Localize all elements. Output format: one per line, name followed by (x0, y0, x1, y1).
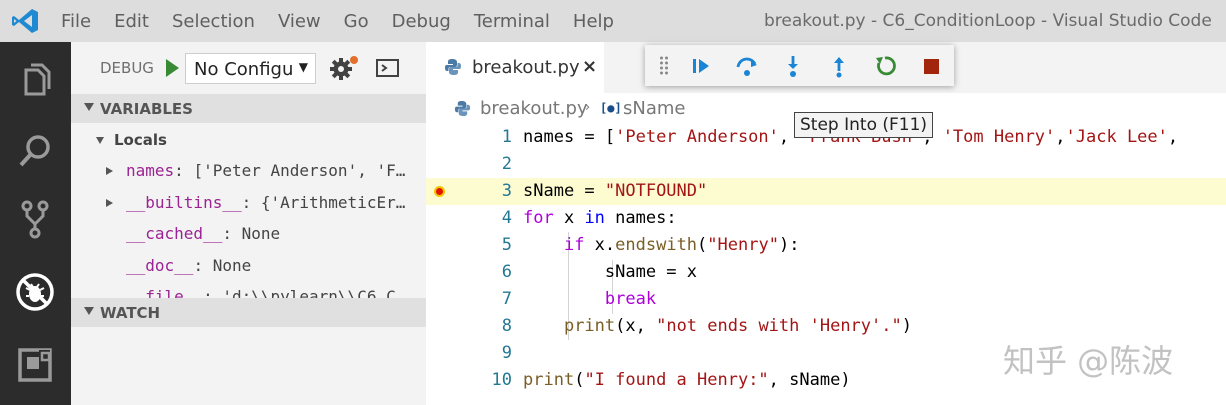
menu-help[interactable]: Help (573, 11, 614, 32)
title-bar: File Edit Selection View Go Debug Termin… (0, 0, 1226, 42)
variable-name: names (126, 161, 175, 180)
debug-label: DEBUG (100, 59, 154, 77)
code-line: 4 for x in names: (501, 208, 677, 228)
activity-bar (0, 42, 71, 405)
restart-icon[interactable] (872, 53, 898, 79)
menu-go[interactable]: Go (344, 11, 369, 32)
close-icon[interactable]: × (582, 56, 597, 77)
chevron-right-icon (106, 167, 113, 175)
step-out-icon[interactable] (826, 53, 852, 79)
window-title: breakout.py - C6_ConditionLoop - Visual … (764, 11, 1212, 31)
variable-name: __doc__ (126, 256, 194, 275)
stop-icon[interactable] (918, 53, 944, 79)
debug-sidebar: DEBUG No Configu ▼ VARIABLES Locals name… (71, 42, 426, 405)
breadcrumb-file[interactable]: breakout.py (480, 98, 588, 119)
floating-debug-toolbar (645, 45, 954, 86)
code-line: 7 break (501, 289, 657, 309)
menu-selection[interactable]: Selection (172, 11, 255, 32)
chevron-down-icon: ▼ (298, 60, 308, 74)
chevron-down-icon (84, 103, 94, 111)
debug-toolbar: DEBUG No Configu ▼ (71, 42, 426, 94)
vscode-logo-icon (12, 9, 38, 33)
chevron-right-icon (106, 199, 113, 207)
drag-handle-icon[interactable] (659, 55, 669, 75)
chevron-down-icon (96, 137, 104, 144)
code-line: 5 if x.endswith("Henry"): (501, 235, 800, 255)
step-over-icon[interactable] (734, 53, 760, 79)
debug-config-select[interactable]: No Configu ▼ (185, 53, 316, 84)
menu-debug[interactable]: Debug (392, 11, 451, 32)
code-line: 2 (501, 154, 512, 174)
variable-value: ['Peter Anderson', 'F… (193, 161, 406, 180)
variable-symbol-icon: [●] (600, 101, 622, 115)
source-control-icon[interactable] (14, 198, 56, 240)
watch-title: WATCH (100, 304, 161, 322)
variable-row[interactable]: __cached__: None (71, 219, 426, 251)
menu-edit[interactable]: Edit (114, 11, 149, 32)
tab-label: breakout.py (472, 57, 580, 78)
tab-breakout-py[interactable]: breakout.py × (426, 42, 604, 93)
variable-value: None (241, 224, 281, 243)
python-file-icon (445, 59, 461, 75)
python-file-icon (454, 100, 471, 117)
menu-file[interactable]: File (61, 11, 91, 32)
gear-icon[interactable] (329, 55, 359, 81)
variable-name: __cached__ (126, 224, 223, 243)
menu-view[interactable]: View (278, 11, 321, 32)
breadcrumb-symbol[interactable]: sName (623, 98, 685, 119)
explorer-icon[interactable] (14, 60, 56, 102)
step-into-icon[interactable] (780, 53, 806, 79)
extensions-icon[interactable] (14, 344, 56, 386)
breakpoint-icon[interactable] (434, 186, 445, 197)
variable-name: __builtins__ (126, 193, 242, 212)
variable-row[interactable]: names: ['Peter Anderson', 'F… (71, 156, 426, 188)
debug-icon[interactable] (14, 271, 56, 313)
code-line-current: 3 sName = "NOTFOUND" (426, 178, 1226, 205)
watermark: 知乎 @陈波 (1003, 342, 1174, 380)
start-debugging-icon[interactable] (163, 57, 181, 79)
variable-row[interactable]: __doc__: None (71, 251, 426, 283)
chevron-down-icon (84, 307, 94, 315)
variable-row[interactable]: __file__: 'd:\\pylearn\\C6_C… (71, 282, 426, 298)
locals-label: Locals (114, 131, 167, 149)
variable-value: 'd:\\pylearn\\C6_C… (222, 287, 406, 298)
debug-config-value: No Configu (194, 59, 294, 80)
search-icon[interactable] (14, 130, 56, 172)
locals-scope[interactable]: Locals (71, 125, 426, 157)
continue-icon[interactable] (688, 53, 714, 79)
variables-section-header[interactable]: VARIABLES (71, 94, 426, 123)
step-into-tooltip: Step Into (F11) (794, 112, 934, 138)
chevron-right-icon: › (585, 100, 591, 115)
variable-value: {'ArithmeticEr… (260, 193, 406, 212)
variable-value: None (212, 256, 252, 275)
variable-row[interactable]: __builtins__: {'ArithmeticEr… (71, 188, 426, 220)
debug-console-icon[interactable] (375, 57, 401, 79)
watch-section-header[interactable]: WATCH (71, 298, 426, 327)
menu-bar: File Edit Selection View Go Debug Termin… (61, 0, 637, 42)
variable-name: __file__ (126, 287, 204, 298)
menu-terminal[interactable]: Terminal (474, 11, 550, 32)
variables-title: VARIABLES (100, 100, 193, 118)
code-line: 6 sName = x (501, 262, 697, 282)
